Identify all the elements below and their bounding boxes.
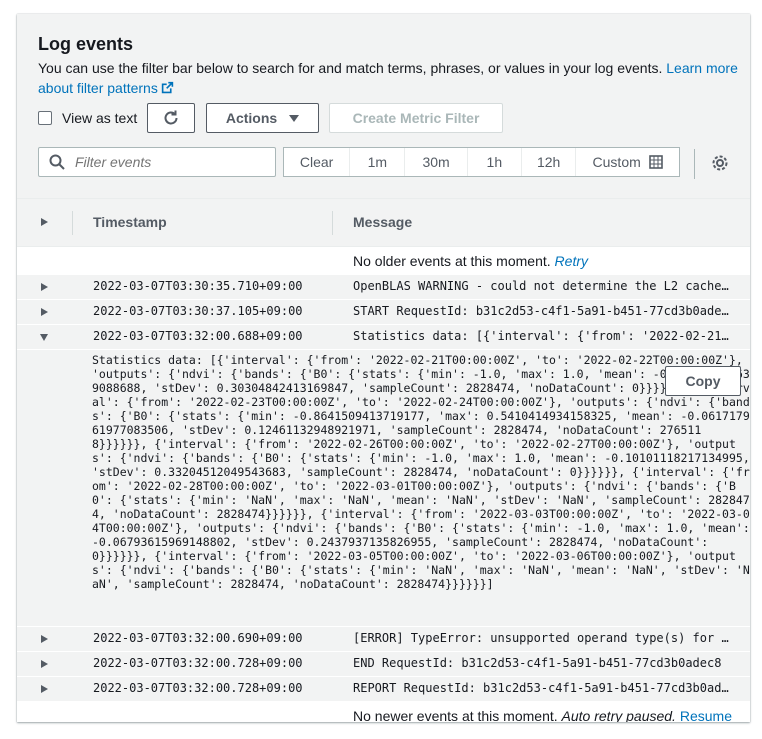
- external-link-icon: [161, 81, 174, 94]
- panel-header: Log events You can use the filter bar be…: [38, 34, 738, 98]
- expand-row-icon[interactable]: [41, 283, 48, 291]
- bottom-notice-text: No newer events at this moment. Auto ret…: [353, 708, 732, 722]
- log-events-table: Timestamp Message No older events at thi…: [17, 198, 750, 722]
- range-custom-button[interactable]: Custom: [576, 148, 679, 176]
- toolbar: View as text Actions Create Metric Filte…: [38, 103, 738, 133]
- top-notice-text: No older events at this moment. Retry: [353, 253, 588, 269]
- row-message: OpenBLAS WARNING - could not determine t…: [353, 279, 729, 293]
- expand-row-icon[interactable]: [41, 660, 48, 668]
- panel-description: You can use the filter bar below to sear…: [38, 58, 738, 98]
- auto-retry-status: Auto retry paused.: [561, 708, 676, 722]
- row-message: [ERROR] TypeError: unsupported operand t…: [353, 631, 729, 645]
- row-timestamp: 2022-03-07T03:32:00.690+09:00: [93, 631, 303, 645]
- resume-link[interactable]: Resume: [680, 708, 732, 722]
- view-as-text-checkbox[interactable]: [38, 111, 52, 125]
- caret-down-icon: [289, 114, 300, 122]
- row-message: START RequestId: b31c2d53-c4f1-5a91-b451…: [353, 304, 729, 318]
- panel-title: Log events: [38, 34, 134, 54]
- expand-all-icon[interactable]: [41, 218, 48, 226]
- filter-search-box[interactable]: [38, 147, 276, 177]
- collapse-row-icon[interactable]: [40, 334, 48, 341]
- table-row[interactable]: 2022-03-07T03:30:35.710+09:00 OpenBLAS W…: [17, 275, 750, 300]
- log-message-detail: Statistics data: [{'interval': {'from': …: [92, 353, 750, 591]
- range-1m-button[interactable]: 1m: [350, 148, 406, 176]
- range-clear-button[interactable]: Clear: [284, 148, 351, 176]
- expand-row-icon[interactable]: [41, 635, 48, 643]
- time-range-selector: Clear 1m 30m 1h 12h Custom: [283, 147, 680, 177]
- refresh-button[interactable]: [147, 103, 195, 133]
- row-message: REPORT RequestId: b31c2d53-c4f1-5a91-b45…: [353, 681, 729, 695]
- log-events-panel: Log events You can use the filter bar be…: [17, 14, 750, 722]
- table-row[interactable]: 2022-03-07T03:30:37.105+09:00 START Requ…: [17, 300, 750, 325]
- table-row[interactable]: 2022-03-07T03:32:00.728+09:00 REPORT Req…: [17, 677, 750, 702]
- bottom-notice-label: No newer events at this moment.: [353, 708, 558, 722]
- refresh-icon: [164, 110, 178, 125]
- column-header-timestamp[interactable]: Timestamp: [93, 214, 167, 230]
- column-divider: [72, 211, 73, 235]
- actions-dropdown-button[interactable]: Actions: [206, 103, 319, 133]
- row-message: Statistics data: [{'interval': {'from': …: [353, 329, 729, 343]
- create-metric-filter-button[interactable]: Create Metric Filter: [329, 103, 503, 133]
- gear-icon[interactable]: [711, 154, 729, 172]
- table-row[interactable]: 2022-03-07T03:32:00.728+09:00 END Reques…: [17, 652, 750, 677]
- top-notice: No older events at this moment. Retry: [17, 247, 750, 275]
- actions-label: Actions: [225, 110, 278, 126]
- range-custom-label: Custom: [592, 154, 641, 170]
- expand-row-icon[interactable]: [41, 308, 48, 316]
- range-12h-button[interactable]: 12h: [522, 148, 577, 176]
- toolbar-divider: [694, 149, 695, 179]
- view-as-text-label: View as text: [62, 110, 138, 126]
- table-header: Timestamp Message: [17, 198, 750, 247]
- expand-row-icon[interactable]: [41, 685, 48, 693]
- bottom-notice: No newer events at this moment. Auto ret…: [17, 702, 750, 722]
- calendar-icon: [648, 155, 663, 169]
- search-icon: [49, 154, 65, 170]
- row-timestamp: 2022-03-07T03:32:00.688+09:00: [93, 329, 303, 343]
- expanded-row-detail: Statistics data: [{'interval': {'from': …: [17, 350, 750, 627]
- copy-button[interactable]: Copy: [665, 366, 741, 396]
- filter-bar: Clear 1m 30m 1h 12h Custom: [38, 147, 748, 179]
- row-timestamp: 2022-03-07T03:30:37.105+09:00: [93, 304, 303, 318]
- column-header-message[interactable]: Message: [353, 214, 412, 230]
- column-divider: [332, 211, 333, 235]
- row-timestamp: 2022-03-07T03:32:00.728+09:00: [93, 681, 303, 695]
- top-notice-label: No older events at this moment.: [353, 253, 551, 269]
- table-row-expanded[interactable]: 2022-03-07T03:32:00.688+09:00 Statistics…: [17, 325, 750, 350]
- row-timestamp: 2022-03-07T03:32:00.728+09:00: [93, 656, 303, 670]
- row-timestamp: 2022-03-07T03:30:35.710+09:00: [93, 279, 303, 293]
- filter-events-input[interactable]: [73, 153, 267, 171]
- range-1h-button[interactable]: 1h: [468, 148, 522, 176]
- row-message: END RequestId: b31c2d53-c4f1-5a91-b451-7…: [353, 656, 722, 670]
- description-text: You can use the filter bar below to sear…: [38, 60, 663, 76]
- table-row[interactable]: 2022-03-07T03:32:00.690+09:00 [ERROR] Ty…: [17, 627, 750, 652]
- view-as-text-toggle[interactable]: View as text: [38, 103, 137, 133]
- retry-link[interactable]: Retry: [555, 253, 588, 269]
- range-30m-button[interactable]: 30m: [405, 148, 468, 176]
